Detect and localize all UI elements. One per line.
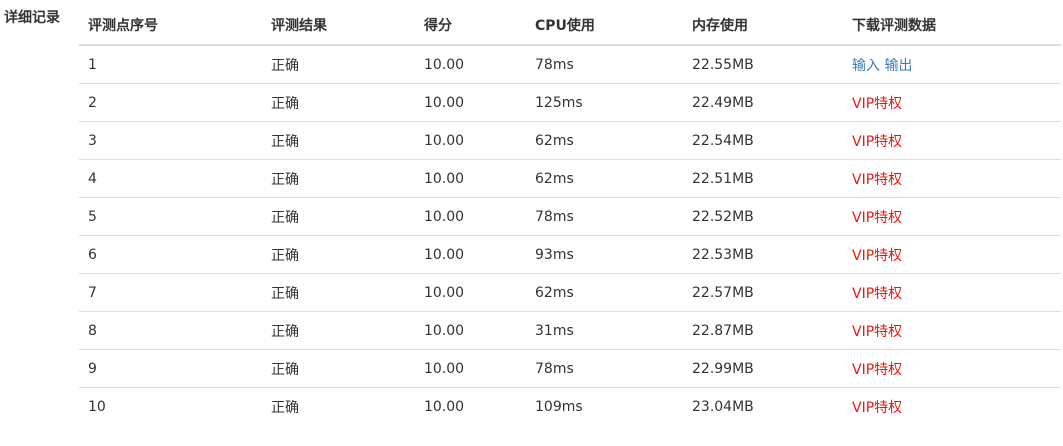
cell-score: 10.00 bbox=[415, 273, 526, 312]
header-test-case-number: 评测点序号 bbox=[79, 6, 262, 46]
cell-result: 正确 bbox=[262, 387, 415, 425]
cell-score: 10.00 bbox=[415, 159, 526, 198]
table-row: 4 正确 10.00 62ms 22.51MB VIP特权 bbox=[79, 159, 1061, 198]
cell-memory-usage: 22.57MB bbox=[683, 273, 843, 312]
table-header-row: 评测点序号 评测结果 得分 CPU使用 内存使用 下载评测数据 bbox=[79, 6, 1061, 46]
table-row: 5 正确 10.00 78ms 22.52MB VIP特权 bbox=[79, 197, 1061, 236]
cell-test-case-number: 4 bbox=[79, 159, 262, 198]
cell-score: 10.00 bbox=[415, 83, 526, 122]
vip-privilege-link[interactable]: VIP特权 bbox=[852, 400, 902, 416]
cell-download-data: VIP特权 bbox=[843, 273, 1061, 312]
vip-privilege-link[interactable]: VIP特权 bbox=[852, 248, 902, 264]
cell-test-case-number: 7 bbox=[79, 273, 262, 312]
vip-privilege-link[interactable]: VIP特权 bbox=[852, 286, 902, 302]
cell-memory-usage: 22.53MB bbox=[683, 235, 843, 274]
cell-test-case-number: 10 bbox=[79, 387, 262, 425]
cell-memory-usage: 22.51MB bbox=[683, 159, 843, 198]
cell-cpu-usage: 93ms bbox=[526, 235, 683, 274]
cell-memory-usage: 22.55MB bbox=[692, 56, 754, 73]
table-header: 评测点序号 评测结果 得分 CPU使用 内存使用 下载评测数据 bbox=[79, 6, 1061, 46]
cell-memory-usage: 22.87MB bbox=[683, 311, 843, 350]
cell-score: 10.00 bbox=[424, 56, 465, 73]
header-cpu-usage: CPU使用 bbox=[526, 6, 683, 46]
download-output-link[interactable]: 输出 bbox=[884, 58, 912, 74]
cell-download-data: VIP特权 bbox=[843, 235, 1061, 274]
vip-privilege-link[interactable]: VIP特权 bbox=[852, 96, 902, 112]
table-row: 10 正确 10.00 109ms 23.04MB VIP特权 bbox=[79, 387, 1061, 425]
cell-cpu-usage: 62ms bbox=[526, 273, 683, 312]
cell-cpu-usage: 31ms bbox=[526, 311, 683, 350]
cell-download-data: VIP特权 bbox=[843, 311, 1061, 350]
cell-result: 正确 bbox=[262, 121, 415, 160]
table-row: 3 正确 10.00 62ms 22.54MB VIP特权 bbox=[79, 121, 1061, 160]
cell-download-data: VIP特权 bbox=[843, 159, 1061, 198]
cell-test-case-number: 6 bbox=[79, 235, 262, 274]
table-row: 9 正确 10.00 78ms 22.99MB VIP特权 bbox=[79, 349, 1061, 388]
cell-download-data: VIP特权 bbox=[843, 83, 1061, 122]
vip-privilege-link[interactable]: VIP特权 bbox=[852, 362, 902, 378]
cell-cpu-usage: 62ms bbox=[526, 159, 683, 198]
cell-result: 正确 bbox=[262, 159, 415, 198]
table-row: 1 正确 10.00 78ms 22.55MB 输入 输出 bbox=[79, 45, 1061, 84]
vip-privilege-link[interactable]: VIP特权 bbox=[852, 134, 902, 150]
vip-privilege-link[interactable]: VIP特权 bbox=[852, 210, 902, 226]
cell-cpu-usage: 125ms bbox=[526, 83, 683, 122]
cell-cpu-usage: 78ms bbox=[526, 349, 683, 388]
cell-result: 正确 bbox=[262, 311, 415, 350]
header-score: 得分 bbox=[415, 6, 526, 46]
cell-memory-usage: 22.49MB bbox=[683, 83, 843, 122]
cell-score: 10.00 bbox=[415, 235, 526, 274]
table-row: 2 正确 10.00 125ms 22.49MB VIP特权 bbox=[79, 83, 1061, 122]
section-label-detail-records: 详细记录 bbox=[4, 10, 60, 26]
cell-result: 正确 bbox=[262, 349, 415, 388]
cell-cpu-usage: 62ms bbox=[526, 121, 683, 160]
table-row: 7 正确 10.00 62ms 22.57MB VIP特权 bbox=[79, 273, 1061, 312]
cell-cpu-usage: 78ms bbox=[526, 197, 683, 236]
cell-download-data: 输入 输出 bbox=[843, 45, 1061, 84]
cell-cpu-usage: 109ms bbox=[526, 387, 683, 425]
header-download-data: 下载评测数据 bbox=[843, 6, 1061, 46]
cell-test-case-number: 5 bbox=[79, 197, 262, 236]
test-case-results-table: 评测点序号 评测结果 得分 CPU使用 内存使用 下载评测数据 1 正确 10.00… bbox=[79, 6, 1061, 425]
cell-test-case-number: 1 bbox=[88, 56, 97, 73]
cell-download-data: VIP特权 bbox=[843, 349, 1061, 388]
cell-test-case-number: 9 bbox=[79, 349, 262, 388]
cell-test-case-number: 8 bbox=[79, 311, 262, 350]
cell-download-data: VIP特权 bbox=[843, 197, 1061, 236]
cell-score: 10.00 bbox=[415, 387, 526, 425]
cell-score: 10.00 bbox=[415, 197, 526, 236]
cell-result: 正确 bbox=[262, 273, 415, 312]
cell-cpu-usage: 78ms bbox=[535, 56, 574, 73]
header-result: 评测结果 bbox=[262, 6, 415, 46]
cell-memory-usage: 22.99MB bbox=[683, 349, 843, 388]
cell-result: 正确 bbox=[271, 57, 299, 74]
cell-memory-usage: 22.54MB bbox=[683, 121, 843, 160]
table-body: 1 正确 10.00 78ms 22.55MB 输入 输出 2 正确 10.00 125ms 22.… bbox=[79, 45, 1061, 425]
cell-memory-usage: 22.52MB bbox=[683, 197, 843, 236]
cell-score: 10.00 bbox=[415, 311, 526, 350]
vip-privilege-link[interactable]: VIP特权 bbox=[852, 324, 902, 340]
cell-memory-usage: 23.04MB bbox=[683, 387, 843, 425]
cell-result: 正确 bbox=[262, 197, 415, 236]
vip-privilege-link[interactable]: VIP特权 bbox=[852, 172, 902, 188]
cell-score: 10.00 bbox=[415, 349, 526, 388]
download-input-link[interactable]: 输入 bbox=[852, 58, 880, 74]
cell-result: 正确 bbox=[262, 83, 415, 122]
cell-test-case-number: 3 bbox=[79, 121, 262, 160]
table-row: 6 正确 10.00 93ms 22.53MB VIP特权 bbox=[79, 235, 1061, 274]
table-row: 8 正确 10.00 31ms 22.87MB VIP特权 bbox=[79, 311, 1061, 350]
cell-score: 10.00 bbox=[415, 121, 526, 160]
cell-download-data: VIP特权 bbox=[843, 387, 1061, 425]
cell-download-data: VIP特权 bbox=[843, 121, 1061, 160]
cell-result: 正确 bbox=[262, 235, 415, 274]
cell-test-case-number: 2 bbox=[79, 83, 262, 122]
header-memory-usage: 内存使用 bbox=[683, 6, 843, 46]
